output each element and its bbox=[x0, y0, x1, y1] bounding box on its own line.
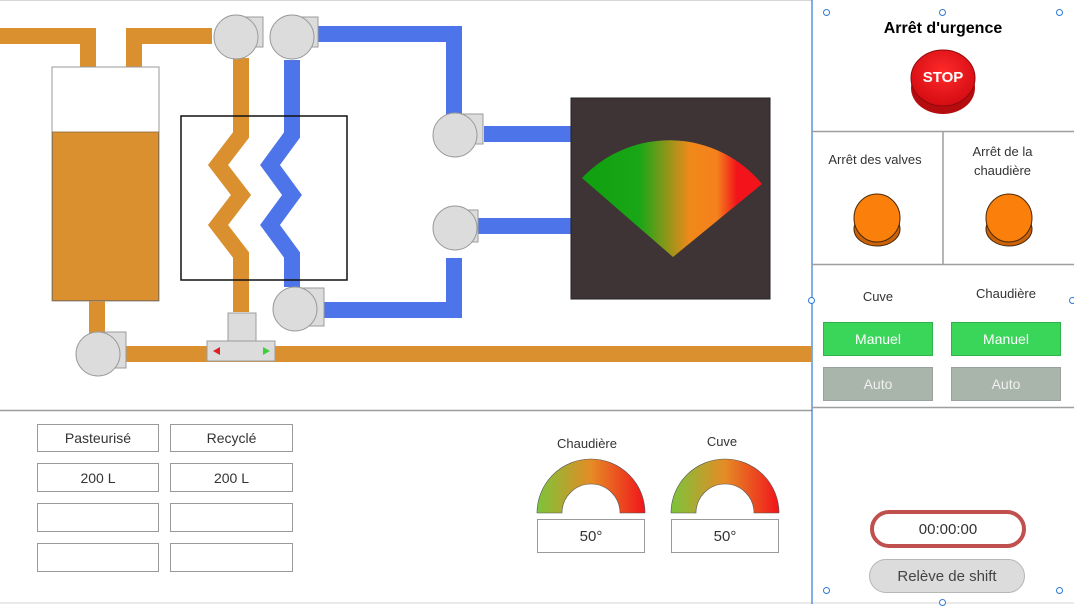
volume-value-recycled: 200 L bbox=[170, 463, 293, 492]
gauge-value-tank: 50° bbox=[671, 519, 779, 553]
shift-timer: 00:00:00 bbox=[870, 510, 1026, 548]
volume-cell-empty bbox=[37, 503, 159, 532]
pump-icon[interactable] bbox=[272, 286, 325, 332]
shift-change-button[interactable]: Relève de shift bbox=[869, 559, 1025, 593]
selection-handle[interactable] bbox=[823, 9, 830, 16]
selection-handle[interactable] bbox=[1056, 587, 1063, 594]
gauge-label-boiler: Chaudière bbox=[557, 436, 617, 451]
tank-level bbox=[52, 131, 159, 301]
boiler-stop-button[interactable] bbox=[985, 193, 1033, 247]
selection-handle[interactable] bbox=[823, 587, 830, 594]
pump-icon[interactable] bbox=[269, 14, 319, 60]
pump-icon[interactable] bbox=[75, 331, 127, 377]
gauge-value-boiler: 50° bbox=[537, 519, 645, 553]
selection-handle[interactable] bbox=[939, 599, 946, 606]
pump-icon[interactable] bbox=[432, 205, 479, 251]
cold-pipes bbox=[260, 26, 572, 318]
volume-value-pasteurized: 200 L bbox=[37, 463, 159, 492]
three-way-valve-icon[interactable] bbox=[206, 312, 276, 362]
volume-cell-empty bbox=[37, 543, 159, 572]
selection-handle[interactable] bbox=[808, 297, 815, 304]
selection-handle[interactable] bbox=[1056, 9, 1063, 16]
emergency-stop-button[interactable] bbox=[910, 49, 976, 114]
gauge-arc-boiler bbox=[536, 458, 646, 514]
tank-manual-button[interactable]: Manuel bbox=[823, 322, 933, 356]
boiler-stop-label: Arrêt de la chaudière bbox=[972, 144, 1033, 178]
gauge-arc-tank bbox=[670, 458, 780, 514]
selection-handle[interactable] bbox=[1069, 297, 1074, 304]
pump-icon[interactable] bbox=[432, 112, 484, 158]
volume-header-recycled: Recyclé bbox=[170, 424, 293, 452]
valves-stop-button[interactable] bbox=[853, 193, 901, 247]
boiler-manual-button[interactable]: Manuel bbox=[951, 322, 1061, 356]
boiler-mode-label: Chaudière bbox=[976, 286, 1036, 301]
heat-exchanger bbox=[180, 115, 348, 281]
volume-cell-empty bbox=[170, 543, 293, 572]
volume-cell-empty bbox=[170, 503, 293, 532]
gauge-label-tank: Cuve bbox=[706, 434, 738, 449]
selection-handle[interactable] bbox=[939, 9, 946, 16]
tank-mode-label: Cuve bbox=[862, 289, 894, 304]
volume-header-pasteurized: Pasteurisé bbox=[37, 424, 159, 452]
emergency-title: Arrêt d'urgence bbox=[883, 20, 1003, 37]
boiler-auto-button[interactable]: Auto bbox=[951, 367, 1061, 401]
tank-auto-button[interactable]: Auto bbox=[823, 367, 933, 401]
pump-icon[interactable] bbox=[213, 14, 264, 60]
valves-stop-label: Arrêt des valves bbox=[828, 152, 922, 167]
